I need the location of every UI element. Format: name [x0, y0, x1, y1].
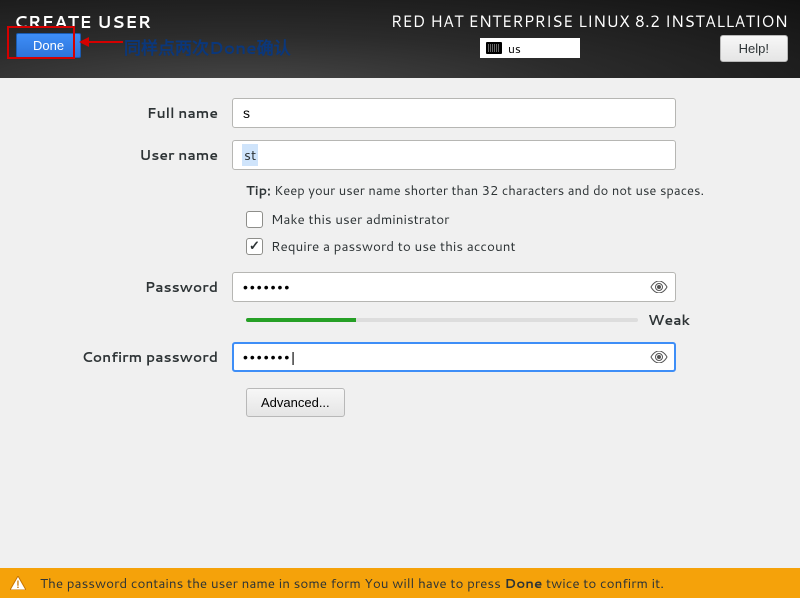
top-bar: CREATE USER RED HAT ENTERPRISE LINUX 8.2…	[0, 0, 800, 78]
page-title: CREATE USER	[14, 10, 152, 34]
confirm-password-input[interactable]	[232, 342, 676, 372]
svg-text:!: !	[16, 578, 19, 590]
make-admin-label: Make this user administrator	[271, 210, 449, 229]
username-tip: Tip: Keep your user name shorter than 32…	[246, 182, 800, 200]
annotation-text: 同样点两次Done确认	[124, 34, 291, 60]
help-button[interactable]: Help!	[720, 35, 788, 62]
keyboard-icon	[486, 42, 502, 54]
strength-bar	[246, 318, 638, 322]
installer-title: RED HAT ENTERPRISE LINUX 8.2 INSTALLATIO…	[391, 10, 788, 33]
keyboard-layout-indicator[interactable]: us	[480, 38, 580, 58]
warning-icon: !	[10, 576, 26, 590]
make-admin-checkbox[interactable]	[246, 211, 263, 228]
toggle-password-visibility-icon[interactable]	[650, 281, 668, 293]
password-label: Password	[0, 277, 232, 297]
require-password-label: Require a password to use this account	[271, 237, 516, 256]
warning-bar: ! The password contains the user name in…	[0, 568, 800, 598]
user-name-input[interactable]	[232, 140, 676, 170]
done-button[interactable]: Done	[16, 33, 81, 58]
password-strength-meter: Weak	[246, 310, 690, 330]
full-name-input[interactable]	[232, 98, 676, 128]
warning-text: The password contains the user name in s…	[40, 574, 664, 593]
advanced-button[interactable]: Advanced...	[246, 388, 345, 417]
full-name-label: Full name	[0, 103, 232, 123]
toggle-confirm-visibility-icon[interactable]	[650, 351, 668, 363]
confirm-password-label: Confirm password	[0, 347, 232, 367]
strength-label: Weak	[648, 310, 690, 330]
require-password-checkbox[interactable]	[246, 238, 263, 255]
password-input[interactable]	[232, 272, 676, 302]
user-name-label: User name	[0, 145, 232, 165]
create-user-form: Full name User name st Tip: Keep your us…	[0, 78, 800, 417]
keyboard-layout-label: us	[508, 40, 521, 57]
annotation-arrow	[79, 36, 125, 48]
